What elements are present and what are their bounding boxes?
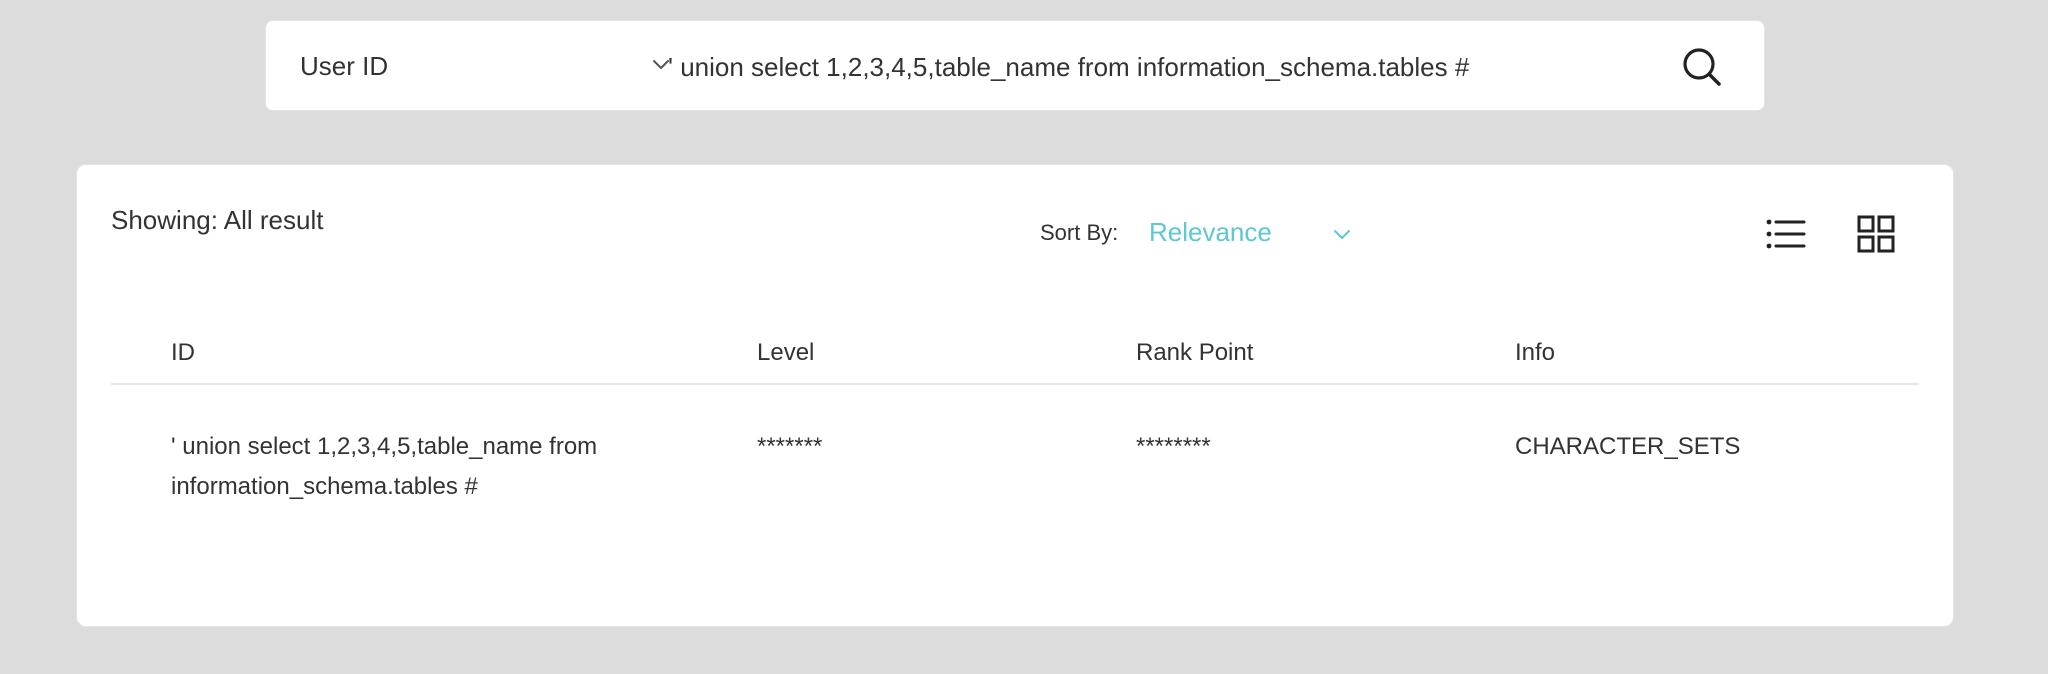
search-bar: User ID bbox=[265, 20, 1765, 111]
sort-select[interactable]: Relevance bbox=[1149, 215, 1359, 251]
sort-value: Relevance bbox=[1149, 217, 1272, 247]
column-header-rank-point: Rank Point bbox=[1136, 339, 1254, 366]
grid-view-icon[interactable] bbox=[1857, 215, 1895, 253]
search-field-label: User ID bbox=[300, 51, 389, 81]
cell-rank-point: ******** bbox=[1136, 433, 1211, 460]
cell-info: CHARACTER_SETS bbox=[1515, 433, 1741, 460]
column-header-id: ID bbox=[171, 339, 195, 366]
column-header-info: Info bbox=[1515, 339, 1556, 366]
column-header-level: Level bbox=[757, 339, 815, 366]
search-field-select[interactable]: User ID bbox=[300, 21, 669, 112]
cell-id: ' union select 1,2,3,4,5,table_name from… bbox=[171, 433, 598, 500]
table-row[interactable]: ' union select 1,2,3,4,5,table_name from… bbox=[111, 427, 1919, 527]
list-view-icon[interactable] bbox=[1766, 217, 1806, 251]
search-icon[interactable] bbox=[1681, 46, 1723, 88]
table-header: ID Level Rank Point Info bbox=[111, 325, 1919, 385]
chevron-down-icon bbox=[1334, 230, 1350, 239]
cell-level: ******* bbox=[757, 433, 823, 460]
sort-by-label: Sort By: bbox=[1040, 220, 1119, 245]
results-panel: Showing: All result Sort By: Relevance I… bbox=[76, 164, 1954, 627]
search-input[interactable] bbox=[668, 41, 1668, 93]
showing-label: Showing: All result bbox=[111, 205, 324, 235]
